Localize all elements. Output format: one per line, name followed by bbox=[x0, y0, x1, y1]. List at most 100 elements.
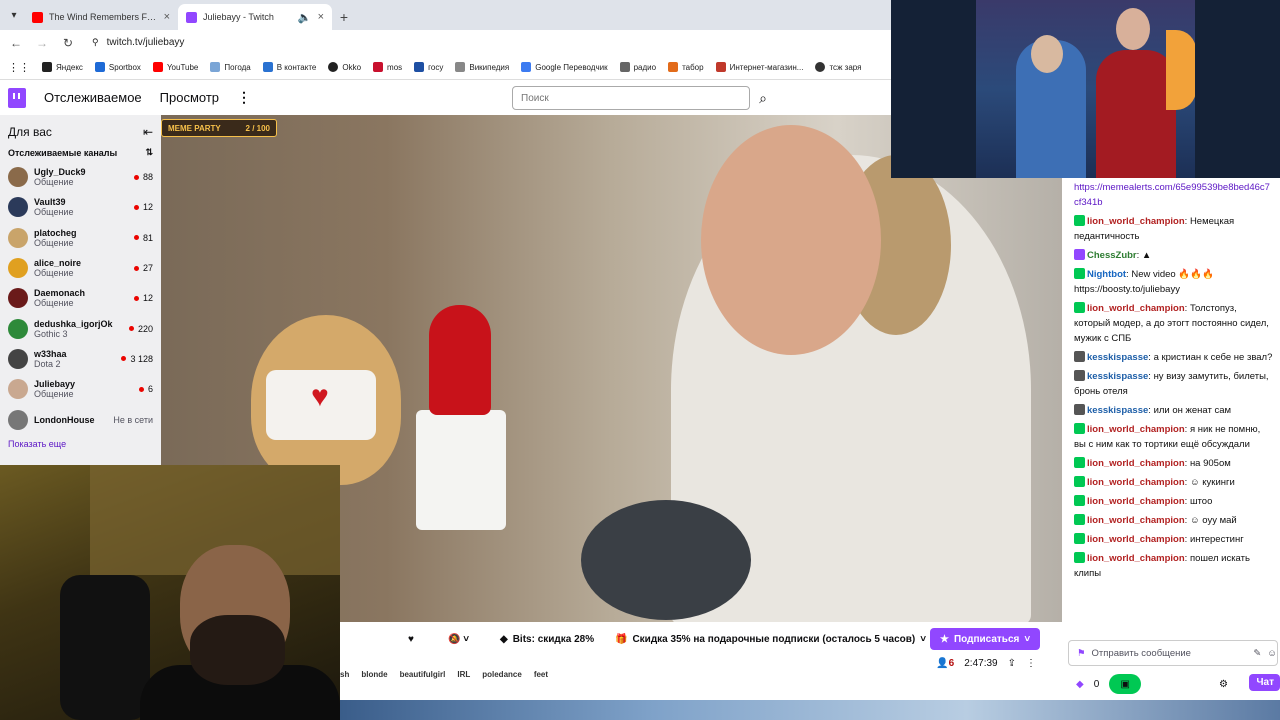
subscribe-button[interactable]: ★ Подписаться ˅ bbox=[930, 628, 1041, 650]
bookmark-google-translate[interactable]: Google Переводчик bbox=[521, 62, 608, 72]
tag[interactable]: sh bbox=[340, 670, 349, 679]
chat-settings-badge-icon[interactable]: ⚑ bbox=[1077, 648, 1086, 659]
bookmark-label: YouTube bbox=[166, 62, 199, 72]
bookmark-tsj[interactable]: тсж заря bbox=[815, 62, 861, 72]
viewer-count: 12 bbox=[142, 202, 153, 213]
bookmark-youtube[interactable]: YouTube bbox=[152, 62, 199, 72]
chat-username[interactable]: lion_world_champion bbox=[1087, 515, 1185, 526]
sidebar-channel[interactable]: Vault39 Общение 12 bbox=[0, 192, 161, 222]
points-count: 0 bbox=[1093, 678, 1100, 690]
live-indicator-icon bbox=[128, 326, 134, 332]
chat-username[interactable]: ChessZubr bbox=[1087, 250, 1137, 261]
site-info-icon[interactable]: ⚲ bbox=[92, 37, 99, 48]
tab-search-icon[interactable]: ▾ bbox=[4, 4, 24, 26]
bits-icon[interactable]: ◆ bbox=[1076, 679, 1084, 690]
more-options-icon[interactable]: ⋮ bbox=[1026, 658, 1036, 669]
chevron-down-icon: ˅ bbox=[920, 633, 927, 645]
bookmark-label: тсж заря bbox=[829, 62, 862, 72]
back-icon[interactable]: ← bbox=[8, 36, 24, 50]
apps-icon[interactable]: ⋮⋮ bbox=[8, 61, 30, 74]
tag[interactable]: IRL bbox=[457, 670, 470, 679]
bookmark-label: Яндекс bbox=[56, 62, 83, 72]
tag[interactable]: feet bbox=[534, 670, 548, 679]
chat-username[interactable]: kesskispasse bbox=[1087, 352, 1148, 363]
notifications-bell-icon[interactable]: 🔕 ˅ bbox=[448, 628, 469, 650]
chat-username[interactable]: lion_world_champion bbox=[1087, 458, 1185, 469]
sidebar-channel[interactable]: Daemonach Общение 12 bbox=[0, 283, 161, 313]
channel-name: w33haa bbox=[34, 348, 67, 359]
bookmark-tabor[interactable]: табор bbox=[668, 62, 704, 72]
bookmark-sportbox[interactable]: Sportbox bbox=[94, 62, 141, 72]
chevron-down-icon: ˅ bbox=[1024, 633, 1031, 645]
gift-subs-button[interactable]: 🎁 Скидка 35% на подарочные подписки (ост… bbox=[615, 628, 926, 650]
tag[interactable]: blonde bbox=[361, 670, 387, 679]
chat-username[interactable]: lion_world_champion bbox=[1087, 424, 1185, 435]
bookmark-vk[interactable]: В контакте bbox=[262, 62, 316, 72]
browser-tab-twitch[interactable]: Juliebayy - Twitch 🔈 × bbox=[178, 4, 332, 30]
chat-username[interactable]: lion_world_champion bbox=[1087, 534, 1185, 545]
avatar bbox=[8, 348, 28, 369]
emoji-icon[interactable]: ☺ bbox=[1267, 648, 1277, 659]
bookmark-wikipedia[interactable]: Википедия bbox=[455, 62, 509, 72]
chat-input-placeholder: Отправить сообщение bbox=[1091, 647, 1191, 659]
tag[interactable]: poledance bbox=[482, 670, 522, 679]
magic-wand-icon[interactable]: ✎ bbox=[1253, 648, 1261, 659]
follow-heart-icon[interactable]: ♥ bbox=[408, 628, 414, 650]
chat-message: kesskispasse: ну визу замутить, билеты, … bbox=[1074, 370, 1269, 397]
new-tab-button[interactable]: + bbox=[332, 4, 356, 30]
show-more-link[interactable]: Показать еще bbox=[0, 435, 161, 453]
chat-send-button[interactable]: Чат bbox=[1248, 674, 1280, 691]
bits-button[interactable]: ◆ Bits: скидка 28% bbox=[500, 628, 594, 650]
more-menu-icon[interactable]: ⋮ bbox=[237, 89, 251, 106]
sidebar-channel[interactable]: platocheg Общение 81 bbox=[0, 223, 161, 253]
search-input[interactable] bbox=[512, 86, 750, 110]
sidebar-channel[interactable]: Juliebayy Общение 6 bbox=[0, 374, 161, 404]
chat-input-area: ⚑ Отправить сообщение ✎ ☺ ◆ 0 ▣ ⚙ Чат bbox=[1062, 636, 1280, 700]
share-icon[interactable]: ⇪ bbox=[1008, 658, 1016, 669]
chat-username[interactable]: lion_world_champion bbox=[1087, 496, 1185, 507]
bookmark-mos[interactable]: mos bbox=[373, 62, 402, 72]
avatar bbox=[8, 288, 28, 309]
bookmark-okko[interactable]: Okko bbox=[328, 62, 361, 72]
sidebar-channel[interactable]: LondonHouse Не в сети bbox=[0, 404, 161, 434]
bookmark-weather[interactable]: Погода bbox=[210, 62, 251, 72]
collapse-sidebar-icon[interactable]: ⇤ bbox=[143, 125, 153, 139]
chat-username[interactable]: kesskispasse bbox=[1087, 405, 1148, 416]
sort-icon[interactable]: ⇅ bbox=[145, 147, 153, 158]
streamer-face-image bbox=[701, 125, 881, 355]
chat-link[interactable]: https://memealerts.com/65e99539be8bed46c… bbox=[1074, 182, 1270, 208]
search-icon[interactable]: ⌕ bbox=[752, 86, 774, 110]
sidebar-channel[interactable]: w33haa Dota 2 3 128 bbox=[0, 344, 161, 374]
chat-username[interactable]: Nightbot bbox=[1087, 269, 1126, 280]
address-bar: ← → ↻ ⚲ twitch.tv/juliebayy bbox=[0, 30, 891, 55]
bookmark-shop[interactable]: Интернет-магазин... bbox=[715, 62, 803, 72]
chat-username[interactable]: lion_world_champion bbox=[1087, 477, 1185, 488]
reload-icon[interactable]: ↻ bbox=[60, 36, 76, 50]
browser-tab-youtube[interactable]: The Wind Remembers Folktron × bbox=[24, 4, 178, 30]
close-tab-icon[interactable]: × bbox=[164, 11, 170, 23]
url-field[interactable]: ⚲ twitch.tv/juliebayy bbox=[92, 37, 184, 48]
forward-icon[interactable]: → bbox=[34, 36, 50, 50]
nav-following[interactable]: Отслеживаемое bbox=[44, 90, 142, 105]
avatar bbox=[8, 318, 28, 339]
chat-username[interactable]: lion_world_champion bbox=[1087, 553, 1185, 564]
twitch-logo-icon[interactable] bbox=[8, 87, 26, 108]
channel-points-button[interactable]: ▣ bbox=[1109, 674, 1142, 694]
sidebar-channel[interactable]: alice_noire Общение 27 bbox=[0, 253, 161, 283]
bookmark-gosu[interactable]: госу bbox=[414, 62, 443, 72]
sidebar-channel[interactable]: Ugly_Duck9 Общение 88 bbox=[0, 162, 161, 192]
emote-icon: ▲ bbox=[1141, 250, 1152, 261]
sidebar-channel[interactable]: dedushka_igorjOk Gothic 3 220 bbox=[0, 313, 161, 343]
chat-username[interactable]: lion_world_champion bbox=[1087, 303, 1185, 314]
tag[interactable]: beautifulgirl bbox=[400, 670, 446, 679]
bookmark-yandex[interactable]: Яндекс bbox=[42, 62, 83, 72]
bookmark-radio[interactable]: радио bbox=[619, 62, 656, 72]
chat-username[interactable]: lion_world_champion bbox=[1087, 216, 1185, 227]
badge-icon bbox=[1074, 370, 1085, 381]
chat-settings-icon[interactable]: ⚙ bbox=[1219, 679, 1228, 690]
speaker-icon[interactable]: 🔈 bbox=[298, 11, 312, 24]
chat-input[interactable]: ⚑ Отправить сообщение ✎ ☺ bbox=[1068, 640, 1278, 666]
nav-browse[interactable]: Просмотр bbox=[160, 90, 219, 105]
close-tab-icon[interactable]: × bbox=[318, 11, 324, 23]
chat-username[interactable]: kesskispasse bbox=[1087, 371, 1148, 382]
